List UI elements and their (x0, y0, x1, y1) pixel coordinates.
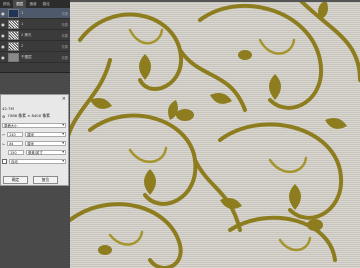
layer-row[interactable]: ● 1 效果 (0, 8, 70, 19)
dialog-height-row: ⌙ 84 厘米 (2, 140, 66, 146)
layer-thumbnail (8, 41, 19, 51)
tab-layers[interactable]: 图层 (13, 0, 27, 8)
fit-to-select[interactable]: 原稿大小 (2, 122, 66, 128)
layer-thumbnail (8, 52, 19, 62)
image-size-value: 42.7M (2, 105, 14, 111)
layer-fx-label[interactable]: 效果 (62, 11, 68, 16)
dialog-width-row: ⌐ 240 厘米 (2, 131, 66, 137)
resolution-field[interactable]: 150 (8, 149, 24, 155)
close-icon[interactable]: × (62, 96, 66, 102)
layer-thumbnail (8, 8, 19, 18)
layer-row[interactable]: ● 干图层 效果 (0, 52, 70, 63)
tab-paths[interactable]: 路径 (40, 0, 53, 8)
layer-thumbnail (8, 30, 19, 40)
layer-name: 1 (21, 22, 24, 26)
dialog-resolution-row: 150 像素/英寸 (2, 149, 66, 155)
layer-name: 2 (21, 44, 24, 48)
layer-fx-label[interactable]: 效果 (62, 44, 68, 49)
panel-tabs: 颜色 图层 通道 路径 (0, 0, 70, 8)
dialog-size-row: 42.7M (2, 105, 66, 111)
dimensions-value: 7086 像素 × 8400 像素 (7, 113, 50, 118)
layer-row[interactable]: ● 2 效果 (0, 41, 70, 52)
layer-fx-label[interactable]: 效果 (62, 33, 68, 38)
tab-channels[interactable]: 通道 (26, 0, 39, 8)
layer-fx-label[interactable]: 效果 (62, 55, 68, 60)
canvas-top-edge (70, 0, 360, 2)
layer-row[interactable]: ● 1 效果 (0, 19, 70, 30)
layer-name: 1 (21, 11, 24, 15)
eye-icon[interactable]: ● (0, 11, 6, 16)
cancel-button[interactable]: 复位 (33, 176, 58, 184)
resample-checkbox[interactable] (2, 158, 7, 164)
layer-name: 2 拷贝 (21, 32, 32, 37)
layers-panel: 颜色 图层 通道 路径 ● 1 效果 ● 1 效果 ● 2 拷贝 效果 ● 2 … (0, 0, 70, 73)
image-size-dialog: × 42.7M ⚙ 7086 像素 × 8400 像素 原稿大小 ⌐ 240 厘… (0, 94, 69, 186)
dialog-resample-row: 自动 (2, 158, 66, 164)
width-unit-select[interactable]: 厘米 (25, 131, 66, 137)
layer-row[interactable]: ● 2 拷贝 效果 (0, 30, 70, 41)
eye-icon[interactable]: ● (0, 44, 6, 49)
layer-fx-label[interactable]: 效果 (62, 22, 68, 27)
resample-select[interactable]: 自动 (9, 158, 66, 164)
layer-thumbnail (8, 19, 19, 29)
tab-color[interactable]: 颜色 (0, 0, 13, 8)
document-canvas[interactable] (70, 0, 360, 268)
dialog-fit-row: 原稿大小 (2, 122, 66, 128)
gear-icon[interactable]: ⚙ (2, 114, 5, 119)
layer-name: 干图层 (21, 54, 32, 59)
height-field[interactable]: 84 (7, 140, 24, 146)
height-unit-select[interactable]: 厘米 (25, 140, 66, 146)
ok-button[interactable]: 确定 (3, 176, 28, 184)
link-icon[interactable]: ⌙ (2, 141, 5, 146)
eye-icon[interactable]: ● (0, 22, 6, 27)
left-workspace: 颜色 图层 通道 路径 ● 1 效果 ● 1 效果 ● 2 拷贝 效果 ● 2 … (0, 0, 70, 268)
width-field[interactable]: 240 (7, 131, 24, 137)
eye-icon[interactable]: ● (0, 33, 6, 38)
eye-icon[interactable]: ● (0, 55, 6, 60)
damask-pattern (70, 0, 360, 268)
dialog-dimensions-row: ⚙ 7086 像素 × 8400 像素 (2, 113, 66, 119)
link-icon[interactable]: ⌐ (2, 132, 5, 137)
resolution-unit-select[interactable]: 像素/英寸 (26, 149, 66, 155)
